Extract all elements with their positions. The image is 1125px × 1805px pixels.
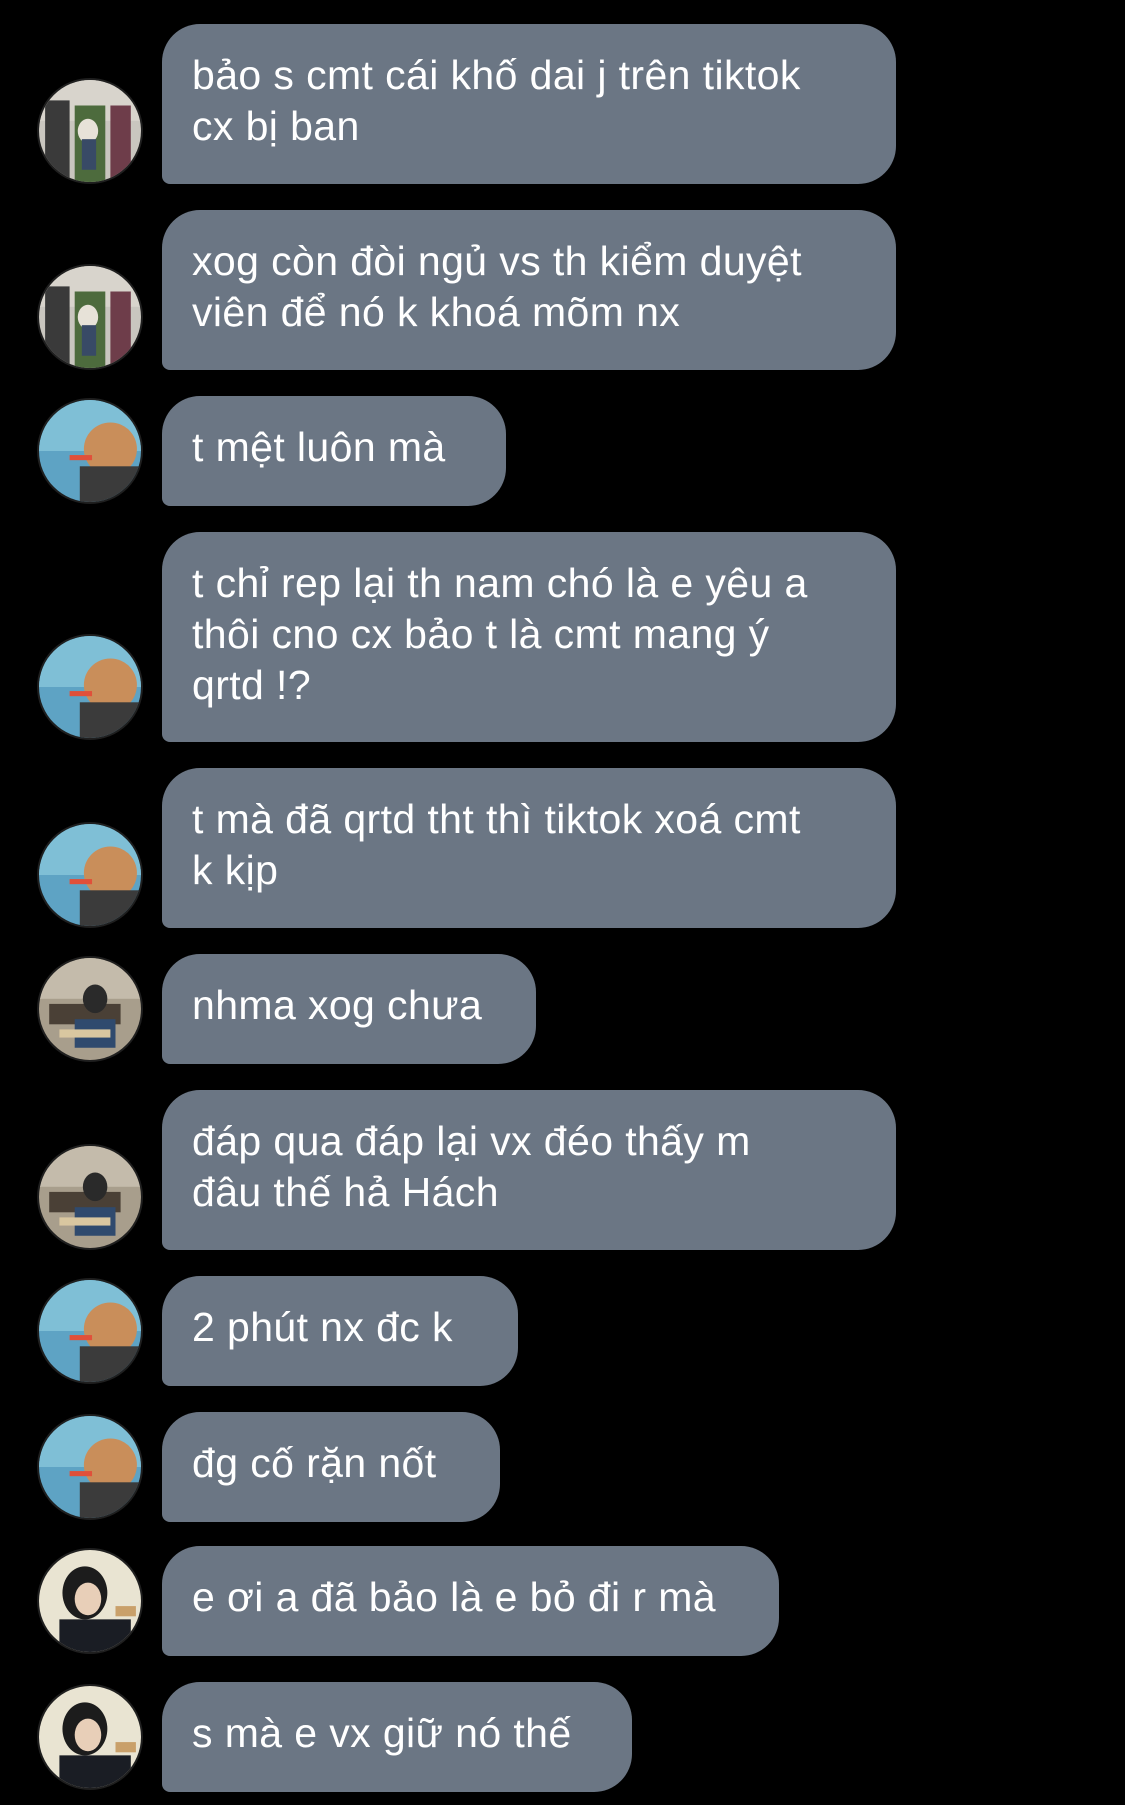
- avatar-house-photo[interactable]: [37, 264, 143, 370]
- avatar-pool-photo[interactable]: [37, 1278, 143, 1384]
- avatar-pool-photo[interactable]: [37, 398, 143, 504]
- avatar-pool-photo[interactable]: [37, 822, 143, 928]
- avatar-pool-photo[interactable]: [37, 1414, 143, 1520]
- avatar-guitar-photo[interactable]: [37, 1144, 143, 1250]
- message-bubble[interactable]: đáp qua đáp lại vx đéo thấy m đâu thế hả…: [162, 1090, 896, 1250]
- message-bubble[interactable]: t mà đã qrtd tht thì tiktok xoá cmt k kị…: [162, 768, 896, 928]
- message-row: đáp qua đáp lại vx đéo thấy m đâu thế hả…: [0, 1090, 1125, 1250]
- chat-thread: bảo s cmt cái khố dai j trên tiktok cx b…: [0, 0, 1125, 1805]
- message-bubble[interactable]: t chỉ rep lại th nam chó là e yêu a thôi…: [162, 532, 896, 742]
- message-bubble[interactable]: e ơi a đã bảo là e bỏ đi r mà: [162, 1546, 779, 1656]
- message-bubble[interactable]: t mệt luôn mà: [162, 396, 506, 506]
- avatar-house-photo[interactable]: [37, 78, 143, 184]
- message-bubble[interactable]: xog còn đòi ngủ vs th kiểm duyệt viên để…: [162, 210, 896, 370]
- message-bubble[interactable]: nhma xog chưa: [162, 954, 536, 1064]
- message-bubble[interactable]: bảo s cmt cái khố dai j trên tiktok cx b…: [162, 24, 896, 184]
- message-row: t chỉ rep lại th nam chó là e yêu a thôi…: [0, 532, 1125, 742]
- message-row: t mệt luôn mà: [0, 396, 1125, 506]
- avatar-portrait-photo[interactable]: [37, 1684, 143, 1790]
- avatar-portrait-photo[interactable]: [37, 1548, 143, 1654]
- message-row: 2 phút nx đc k: [0, 1276, 1125, 1386]
- message-bubble[interactable]: đg cố rặn nốt: [162, 1412, 500, 1522]
- message-bubble[interactable]: 2 phút nx đc k: [162, 1276, 518, 1386]
- avatar-guitar-photo[interactable]: [37, 956, 143, 1062]
- message-row: đg cố rặn nốt: [0, 1412, 1125, 1522]
- message-row: e ơi a đã bảo là e bỏ đi r mà: [0, 1546, 1125, 1656]
- avatar-pool-photo[interactable]: [37, 634, 143, 740]
- message-bubble[interactable]: s mà e vx giữ nó thế: [162, 1682, 632, 1792]
- message-row: t mà đã qrtd tht thì tiktok xoá cmt k kị…: [0, 768, 1125, 928]
- message-row: nhma xog chưa: [0, 954, 1125, 1064]
- message-row: s mà e vx giữ nó thế: [0, 1682, 1125, 1792]
- message-row: bảo s cmt cái khố dai j trên tiktok cx b…: [0, 24, 1125, 184]
- message-row: xog còn đòi ngủ vs th kiểm duyệt viên để…: [0, 210, 1125, 370]
